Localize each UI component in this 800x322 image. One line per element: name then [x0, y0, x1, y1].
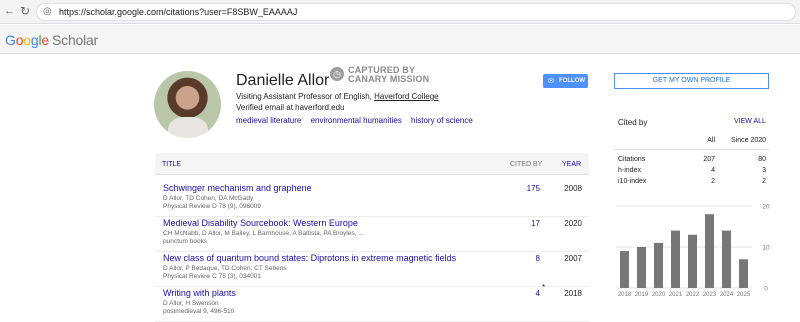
- article-title-link[interactable]: Writing with plants: [163, 288, 236, 298]
- citation-bar[interactable]: [671, 230, 680, 288]
- citation-bar[interactable]: [722, 230, 731, 288]
- profile-name: Danielle Allor: [236, 72, 330, 89]
- table-row: Schwinger mechanism and graphene D Allor…: [155, 183, 589, 217]
- article-authors: D Allor, TD Cohen, DA McGady: [163, 195, 254, 202]
- arrow-left-icon[interactable]: ←: [4, 5, 15, 17]
- browser-toolbar: ← ↻ ◎ https://scholar.google.com/citatio…: [0, 0, 800, 24]
- research-interests: medieval literature environmental humani…: [236, 116, 480, 125]
- scholar-header: Google Scholar: [0, 25, 800, 54]
- sort-by-cited[interactable]: CITED BY: [510, 161, 542, 168]
- metric-row: i10-index 2 2: [614, 178, 769, 189]
- x-tick-label: 2023: [703, 292, 717, 298]
- get-my-own-profile-button[interactable]: GET MY OWN PROFILE: [614, 73, 769, 89]
- cited-by-title: Cited by: [618, 118, 648, 127]
- metric-all: 4: [711, 167, 715, 174]
- sort-by-title[interactable]: TITLE: [162, 161, 181, 168]
- verified-email: Verified email at haverford.edu: [236, 103, 345, 112]
- table-row: Writing with plants D Allor, H Swenson p…: [155, 283, 589, 322]
- logo-scholar-text: Scholar: [52, 32, 99, 48]
- article-year: 2018: [564, 289, 582, 298]
- cited-by-link[interactable]: 17: [510, 219, 540, 228]
- table-row: New class of quantum bound states: Dipro…: [155, 253, 589, 287]
- citation-bar[interactable]: [620, 251, 629, 288]
- x-tick-label: 2022: [686, 292, 700, 298]
- metric-all: 2: [711, 178, 715, 185]
- col-all: All: [707, 137, 715, 144]
- logo-letter: o: [23, 32, 31, 48]
- article-authors: D Allor, H Swenson: [163, 300, 219, 307]
- article-venue: postmedieval 9, 496-510: [163, 308, 235, 315]
- article-title-link[interactable]: Schwinger mechanism and graphene: [163, 183, 312, 193]
- y-tick-label: 20: [762, 204, 770, 211]
- y-tick-label: 0: [764, 286, 768, 293]
- metric-row: h-index 4 3: [614, 167, 769, 178]
- x-tick-label: 2025: [737, 292, 751, 298]
- site-info-icon[interactable]: ◎: [43, 6, 52, 17]
- article-title-link[interactable]: Medieval Disability Sourcebook: Western …: [163, 218, 358, 228]
- metric-label: i10-index: [618, 178, 647, 185]
- metric-label: Citations: [618, 156, 646, 163]
- badge-line-2: CANARY MISSION: [348, 74, 430, 84]
- logo-letter: e: [41, 32, 49, 48]
- affiliation-link[interactable]: Haverford College: [374, 92, 438, 101]
- x-tick-label: 2018: [618, 292, 632, 298]
- x-tick-label: 2019: [635, 292, 649, 298]
- follow-icon: ✉: [548, 78, 554, 85]
- follow-label: FOLLOW: [559, 78, 585, 84]
- citation-bar[interactable]: [654, 242, 663, 288]
- col-since[interactable]: Since 2020: [716, 137, 766, 144]
- article-year: 2007: [564, 254, 582, 263]
- metric-label: h-index: [618, 167, 641, 174]
- article-venue: punctum books: [163, 238, 208, 245]
- interest-link[interactable]: environmental humanities: [311, 116, 402, 125]
- view-all-link[interactable]: VIEW ALL: [734, 118, 766, 125]
- affiliation-text: Visiting Assistant Professor of English,: [236, 92, 375, 101]
- citation-bar[interactable]: [688, 234, 697, 288]
- citation-bar[interactable]: [739, 259, 748, 288]
- logo-letter: G: [5, 32, 16, 48]
- x-tick-label: 2021: [669, 292, 683, 298]
- cited-by-link[interactable]: 4: [510, 289, 540, 298]
- interest-link[interactable]: medieval literature: [236, 116, 301, 125]
- address-bar[interactable]: ◎ https://scholar.google.com/citations?u…: [36, 3, 796, 21]
- sort-by-year[interactable]: YEAR: [562, 161, 581, 168]
- metric-since: 3: [762, 167, 766, 174]
- metrics-header: All Since 2020: [614, 137, 769, 150]
- article-authors: D Allor, P Bedaque, TD Cohen, CT Sebens: [163, 265, 287, 272]
- x-tick-label: 2020: [652, 292, 666, 298]
- metric-row: Citations 207 80: [614, 156, 769, 167]
- citation-bar[interactable]: [637, 247, 646, 288]
- article-authors: CH McNabb, D Allor, M Bailey, L Barnhous…: [163, 230, 364, 237]
- y-tick-label: 10: [762, 245, 770, 252]
- metric-since: 80: [758, 156, 766, 163]
- google-scholar-logo[interactable]: Google Scholar: [5, 32, 98, 48]
- clock-icon: ◷: [330, 67, 344, 81]
- article-venue: Physical Review C 75 (3), 034001: [163, 273, 261, 280]
- article-year: 2008: [564, 184, 582, 193]
- canary-mission-badge: ◷ CAPTURED BY CANARY MISSION: [330, 66, 440, 88]
- articles-table-header: TITLE CITED BY YEAR: [155, 153, 589, 175]
- metric-since: 2: [762, 178, 766, 185]
- metric-all: 207: [703, 156, 715, 163]
- table-row: Medieval Disability Sourcebook: Western …: [155, 218, 589, 252]
- article-year: 2020: [564, 219, 582, 228]
- article-title-link[interactable]: New class of quantum bound states: Dipro…: [163, 253, 456, 263]
- x-tick-label: 2024: [720, 292, 734, 298]
- different-versions-star[interactable]: *: [542, 283, 545, 292]
- url-text[interactable]: https://scholar.google.com/citations?use…: [59, 7, 297, 17]
- profile-affiliation: Visiting Assistant Professor of English,…: [236, 92, 439, 101]
- refresh-icon[interactable]: ↻: [20, 4, 30, 18]
- citations-per-year-chart: 20 10 0 2018 2019 2020 2021 2022 2023 2024 2025: [616, 204, 770, 298]
- cited-by-link[interactable]: 8: [510, 254, 540, 263]
- cited-by-link[interactable]: 175: [510, 184, 540, 193]
- follow-button[interactable]: ✉ FOLLOW: [543, 74, 588, 88]
- citation-bar[interactable]: [705, 214, 714, 288]
- profile-photo: [154, 71, 221, 138]
- interest-link[interactable]: history of science: [411, 116, 473, 125]
- article-venue: Physical Review D 78 (9), 096009: [163, 203, 261, 210]
